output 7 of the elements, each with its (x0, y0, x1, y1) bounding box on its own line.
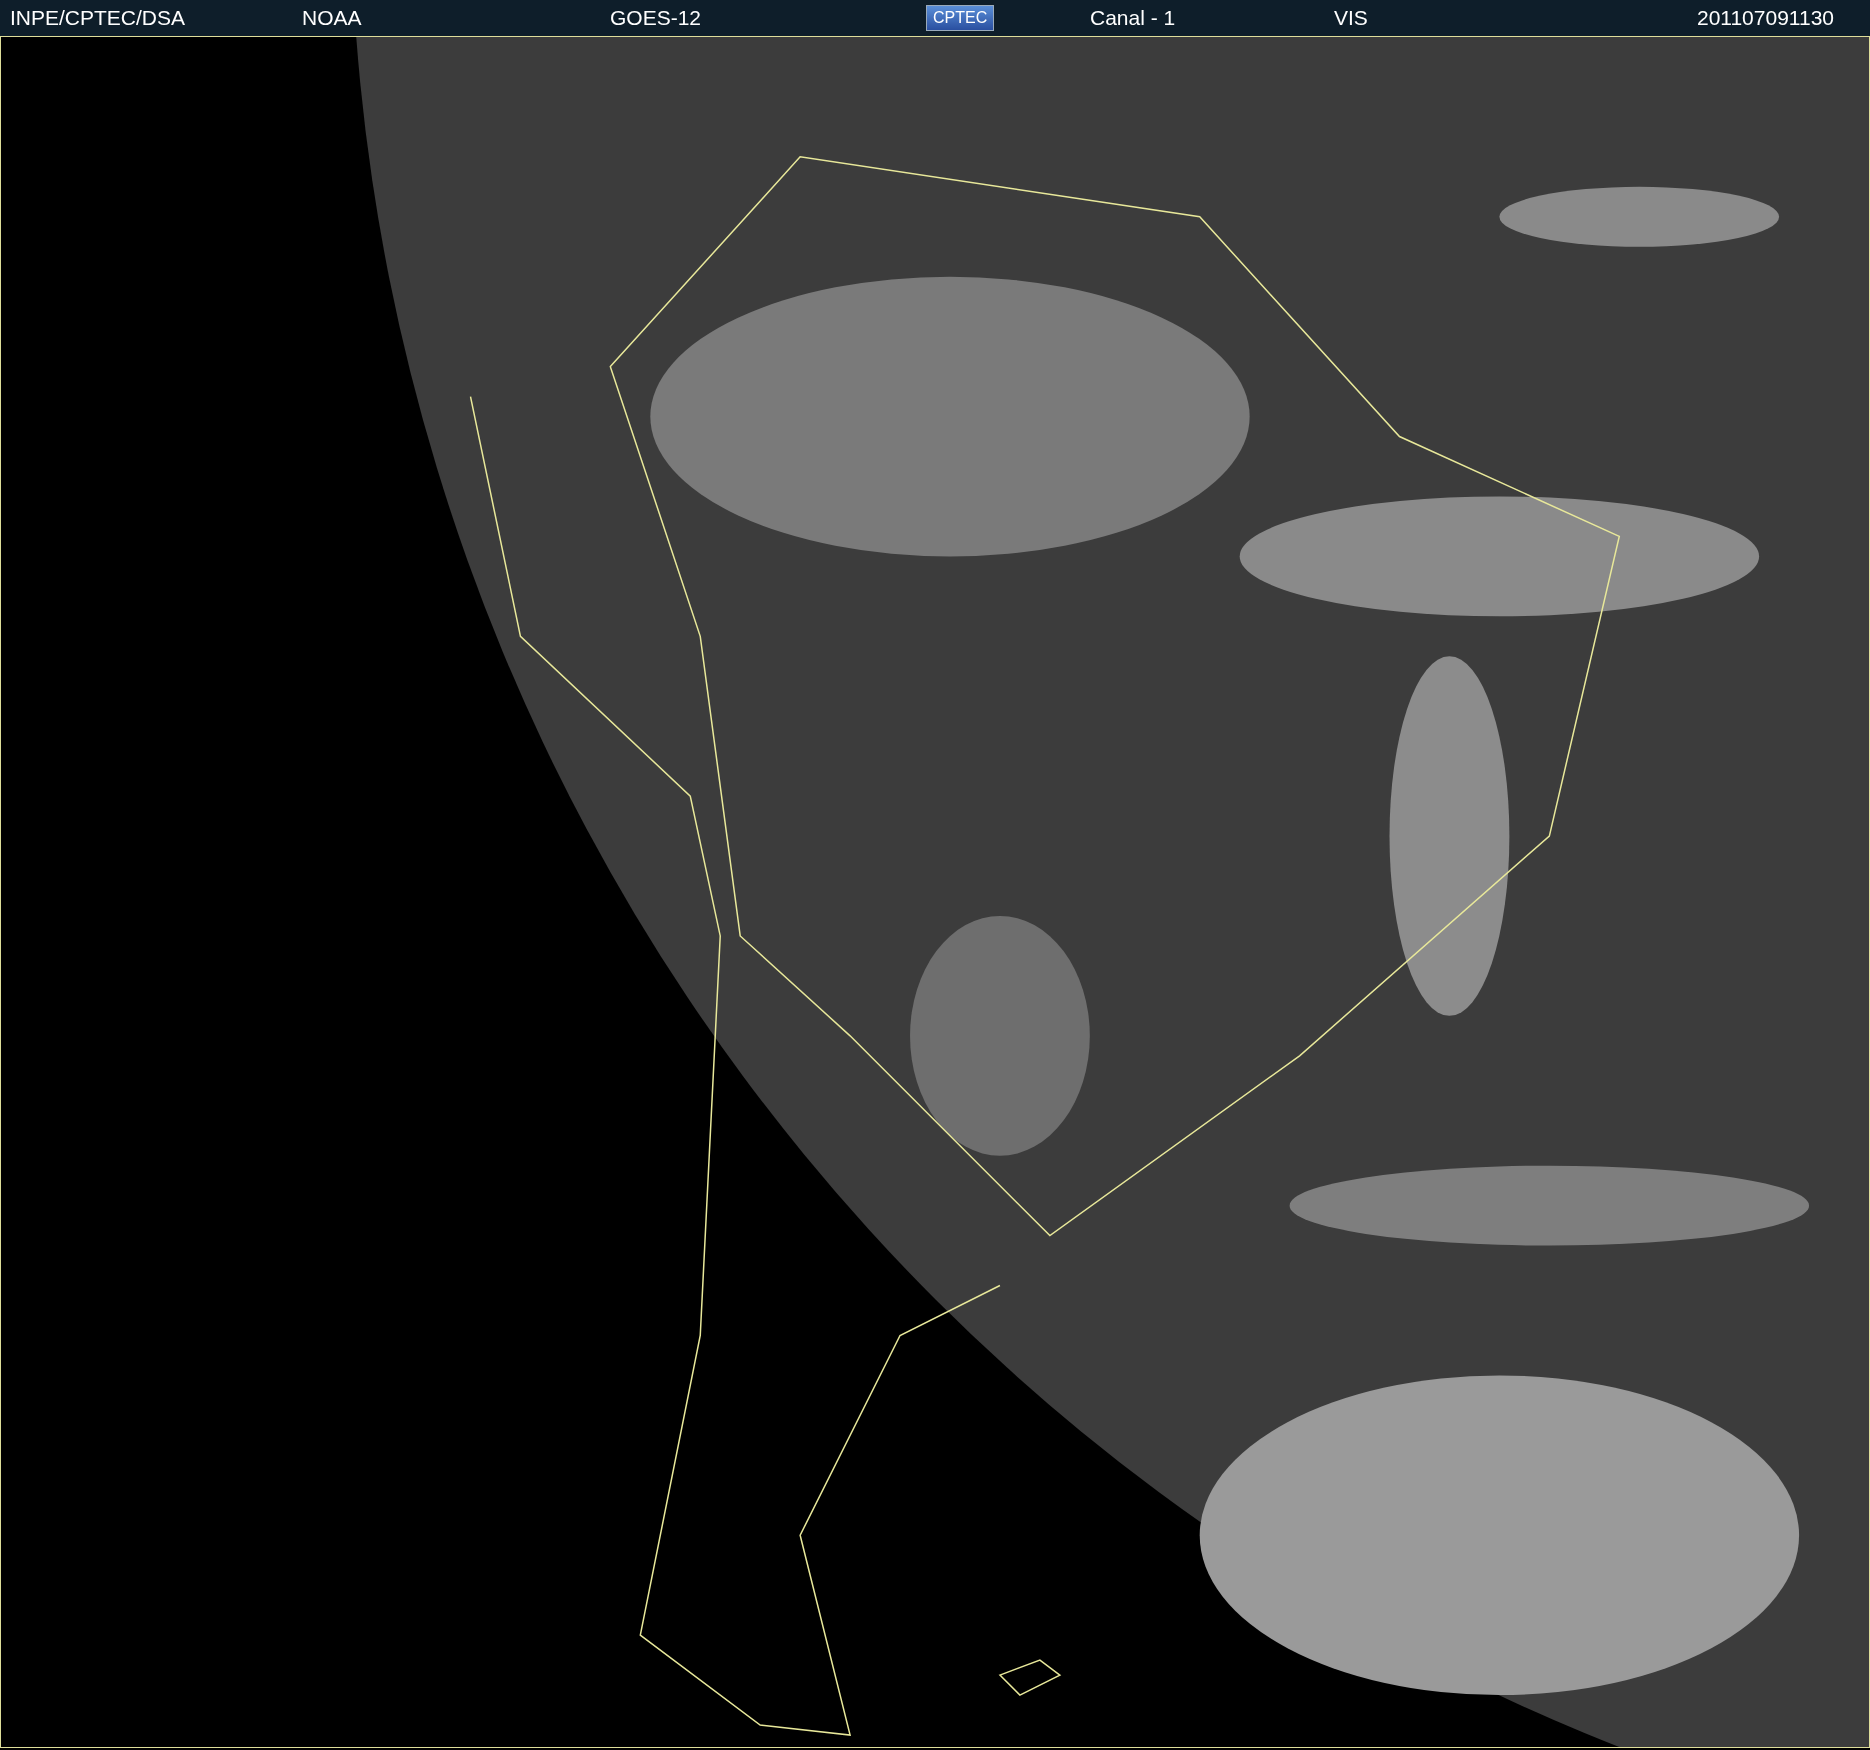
satellite-label: GOES-12 (610, 6, 702, 30)
agency-label: NOAA (302, 6, 362, 30)
band-label: VIS (1334, 6, 1368, 30)
logo: CPTEC (926, 5, 995, 31)
source-label: INPE/CPTEC/DSA (10, 6, 186, 30)
channel-label: Canal - 1 (1090, 6, 1176, 30)
timestamp-label: 201107091130 (1696, 6, 1834, 30)
